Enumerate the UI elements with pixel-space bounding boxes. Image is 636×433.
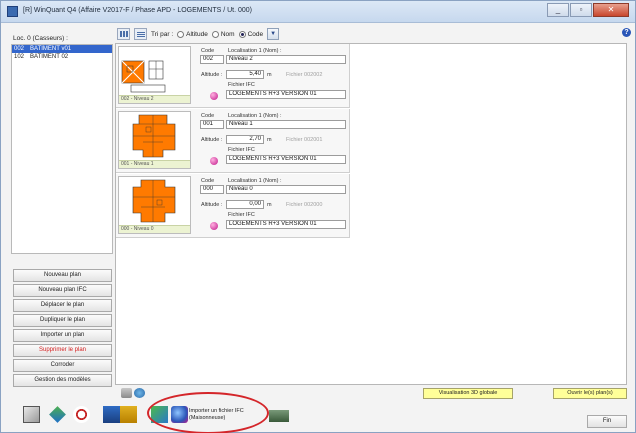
manage-models-button[interactable]: Gestion des modèles (13, 374, 112, 387)
title-bar: [R] WinQuant Q4 (Affaire V2017-F / Phase… (1, 1, 635, 23)
localisation-input[interactable]: Niveau 0 (226, 185, 346, 194)
altitude-input[interactable]: 2,70 (226, 135, 264, 144)
ifc-file-input[interactable]: LOGEMENTS R+3 VERSION 01 (226, 90, 346, 99)
code-label: Code (201, 48, 215, 54)
export-icon[interactable] (120, 406, 137, 423)
location-item[interactable]: 002 BATIMENT v01 (12, 45, 112, 53)
vehicle-icon[interactable] (269, 410, 289, 422)
sort-nom-label: Nom (220, 30, 235, 38)
locations-list[interactable]: 002 BATIMENT v01 102 BATIMENT 02 (11, 44, 113, 254)
ifc-icon[interactable] (210, 92, 218, 100)
sort-label: Tri par : (151, 30, 174, 38)
ifc-icon[interactable] (210, 157, 218, 165)
location-item[interactable]: 102 BATIMENT 02 (12, 53, 112, 61)
code-input[interactable]: 001 (200, 120, 224, 129)
plan-thumbnail[interactable]: 002 - Niveau 2 (118, 46, 191, 104)
target-icon[interactable] (73, 406, 90, 423)
altitude-input[interactable]: 0,00 (226, 200, 264, 209)
ifc-file-label: Fichier IFC (228, 82, 255, 88)
database-icon[interactable] (103, 406, 120, 423)
ifc-file-input[interactable]: LOGEMENTS R+3 VERSION 01 (226, 220, 346, 229)
measure-icon[interactable] (49, 406, 66, 423)
localisation-label: Localisation 1 (Nom) : (228, 113, 282, 119)
localisation-label: Localisation 1 (Nom) : (228, 48, 282, 54)
import-plan-button[interactable]: Importer un plan (13, 329, 112, 342)
new-plan-ifc-button[interactable]: Nouveau plan IFC (13, 284, 112, 297)
list-view-icon[interactable] (134, 28, 147, 40)
maximize-button[interactable]: ▫ (570, 3, 592, 17)
refresh-icon[interactable] (134, 388, 145, 398)
localisation-input[interactable]: Niveau 1 (226, 120, 346, 129)
highlight-ellipse (147, 392, 269, 433)
move-plan-button[interactable]: Déplacer le plan (13, 299, 112, 312)
fin-button[interactable]: Fin (587, 415, 627, 428)
open-plans-button[interactable]: Ouvrir le(s) plan(s) (553, 388, 627, 399)
altitude-label: Altitude : (201, 202, 223, 208)
calculator-icon[interactable] (23, 406, 40, 423)
location-code: 102 (14, 54, 25, 60)
sort-code-label: Code (247, 30, 264, 38)
plan-thumbnail[interactable]: 000 - Niveau 0 (118, 176, 191, 234)
sort-toolbar: Tri par : Altitude Nom Code ▼ (117, 27, 280, 41)
file-label: Fichier 002002 (286, 72, 323, 78)
radio-icon (211, 30, 219, 38)
ifc-file-input[interactable]: LOGEMENTS R+3 VERSION 01 (226, 155, 346, 164)
file-label: Fichier 002000 (286, 202, 323, 208)
sort-altitude-radio[interactable]: Altitude (177, 30, 208, 38)
altitude-unit: m (267, 72, 272, 78)
file-label: Fichier 002001 (286, 137, 323, 143)
altitude-label: Altitude : (201, 72, 223, 78)
altitude-unit: m (267, 137, 272, 143)
plan-card[interactable]: 002 - Niveau 2 Code Localisation 1 (Nom)… (116, 44, 350, 108)
altitude-unit: m (267, 202, 272, 208)
app-icon (7, 6, 18, 17)
localisation-label: Localisation 1 (Nom) : (228, 178, 282, 184)
floor-plan-drawing-icon (121, 60, 166, 93)
altitude-input[interactable]: 5,40 (226, 70, 264, 79)
plan-caption: 001 - Niveau 1 (119, 160, 190, 168)
duplicate-plan-button[interactable]: Dupliquer le plan (13, 314, 112, 327)
chevron-down-icon[interactable]: ▼ (267, 28, 280, 40)
location-code: 002 (14, 46, 25, 52)
window-title: [R] WinQuant Q4 (Affaire V2017-F / Phase… (23, 7, 253, 14)
visualisation-3d-button[interactable]: Visualisation 3D globale (423, 388, 513, 399)
calibrate-button[interactable]: Corroder (13, 359, 112, 372)
localisation-input[interactable]: Niveau 2 (226, 55, 346, 64)
plans-list[interactable]: 002 - Niveau 2 Code Localisation 1 (Nom)… (115, 43, 627, 385)
new-plan-button[interactable]: Nouveau plan (13, 269, 112, 282)
location-name: BATIMENT 02 (30, 54, 69, 60)
code-input[interactable]: 002 (200, 55, 224, 64)
plan-card[interactable]: 000 - Niveau 0 Code Localisation 1 (Nom)… (116, 174, 350, 238)
delete-plan-button[interactable]: Supprimer le plan (13, 344, 112, 357)
code-label: Code (201, 113, 215, 119)
minimize-button[interactable]: _ (547, 3, 569, 17)
floor-plan-drawing-icon (132, 179, 176, 223)
ifc-file-label: Fichier IFC (228, 212, 255, 218)
locations-label: Loc. 0 (Casseurs) : (13, 35, 68, 42)
sort-nom-radio[interactable]: Nom (211, 30, 235, 38)
plan-card[interactable]: 001 - Niveau 1 Code Localisation 1 (Nom)… (116, 109, 350, 173)
code-label: Code (201, 178, 215, 184)
radio-selected-icon (238, 30, 246, 38)
ifc-icon[interactable] (210, 222, 218, 230)
close-button[interactable]: ✕ (593, 3, 629, 17)
plan-caption: 000 - Niveau 0 (119, 225, 190, 233)
radio-icon (177, 30, 185, 38)
floor-plan-drawing-icon (132, 114, 176, 158)
altitude-label: Altitude : (201, 137, 223, 143)
sort-code-radio[interactable]: Code (238, 30, 264, 38)
plan-thumbnail[interactable]: 001 - Niveau 1 (118, 111, 191, 169)
building-icon[interactable] (121, 388, 132, 398)
grid-view-icon[interactable] (117, 28, 130, 40)
window-controls: _ ▫ ✕ (547, 3, 629, 17)
location-name: BATIMENT v01 (30, 46, 72, 52)
sort-altitude-label: Altitude (186, 30, 208, 38)
code-input[interactable]: 000 (200, 185, 224, 194)
ifc-file-label: Fichier IFC (228, 147, 255, 153)
plan-caption: 002 - Niveau 2 (119, 95, 190, 103)
app-window: [R] WinQuant Q4 (Affaire V2017-F / Phase… (0, 0, 636, 433)
help-icon[interactable]: ? (622, 28, 631, 37)
